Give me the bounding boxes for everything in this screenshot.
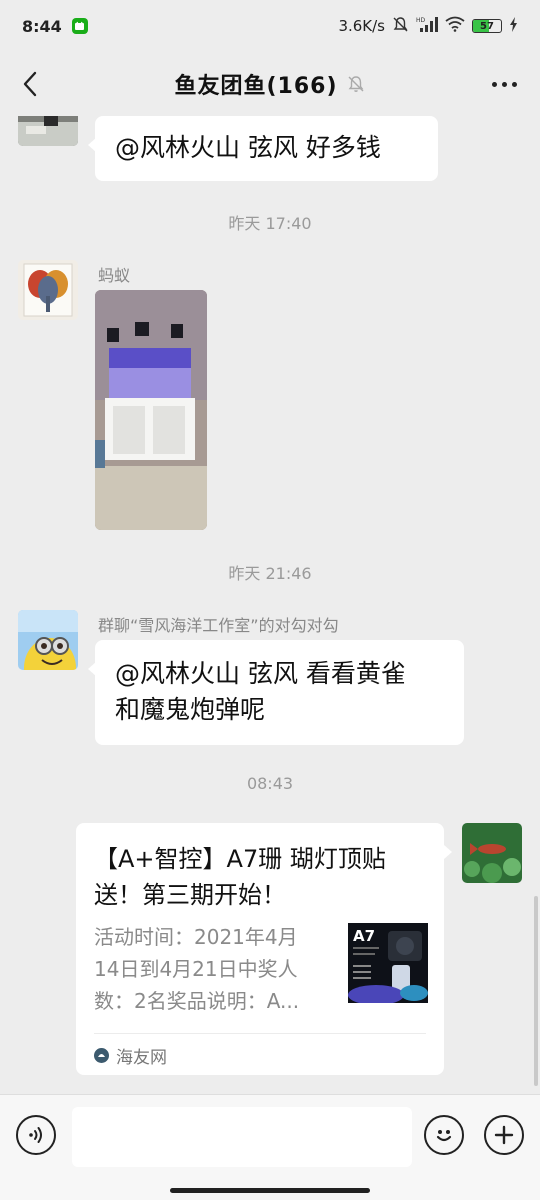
- status-left: 8:44: [22, 17, 88, 36]
- wifi-icon: [445, 16, 465, 36]
- link-card-description: 活动时间：2021年4月 14日到4月21日中奖人 数：2名奖品说明：A...: [94, 921, 334, 1017]
- image-message[interactable]: [95, 290, 207, 530]
- svg-text:HD: HD: [416, 17, 426, 24]
- message-bubble[interactable]: @风林火山 弦风 看看黄雀 和魔鬼炮弹呢: [88, 640, 464, 745]
- avatar[interactable]: [18, 260, 78, 320]
- emoji-button[interactable]: [424, 1115, 464, 1155]
- chat-message-list[interactable]: @风林火山 弦风 好多钱 昨天 17:40 蚂蚁 昨天 21:46 群聊“雪风海…: [0, 116, 540, 1094]
- hd-signal-icon: HD: [416, 16, 438, 37]
- link-card-divider: [94, 1033, 426, 1034]
- chat-title-bar: 鱼友团鱼(166): [0, 52, 540, 116]
- link-card-source-name: 海友网: [116, 1048, 167, 1068]
- sender-name: 蚂蚁: [98, 266, 131, 285]
- message-input[interactable]: [72, 1107, 412, 1167]
- battery-icon: 57: [472, 19, 502, 33]
- chat-scrollbar[interactable]: [534, 896, 538, 1086]
- timestamp: 昨天 21:46: [228, 564, 312, 583]
- voice-input-button[interactable]: [16, 1115, 56, 1155]
- link-card-title-line: 送！第三期开始！: [94, 881, 286, 909]
- link-card-thumbnail: A7: [348, 923, 428, 1003]
- status-bar: 8:44 3.6K/s HD 57: [0, 0, 540, 52]
- status-right: 3.6K/s HD 57: [338, 16, 518, 37]
- chat-title: 鱼友团鱼(166): [174, 74, 338, 99]
- home-indicator[interactable]: [170, 1188, 370, 1193]
- thumbnail-label: A7: [353, 927, 375, 945]
- voice-input-icon: [29, 1127, 42, 1143]
- timestamp: 昨天 17:40: [228, 214, 312, 233]
- avatar[interactable]: [18, 116, 78, 146]
- timestamp: 08:43: [246, 774, 294, 793]
- avatar[interactable]: [18, 610, 78, 670]
- charging-icon: [509, 16, 518, 36]
- link-card-desc-line: 14日到4月21日中奖人: [94, 957, 298, 981]
- network-speed: 3.6K/s: [338, 17, 385, 35]
- more-dots-icon[interactable]: [486, 70, 522, 98]
- link-card-title-line: 【A+智控】A7珊 瑚灯顶贴: [94, 845, 386, 873]
- message-text: @风林火山 弦风 好多钱: [115, 133, 381, 162]
- message-input-bar: [0, 1094, 540, 1200]
- emoji-icon: [436, 1130, 452, 1142]
- back-button[interactable]: [14, 68, 46, 100]
- battery-level: 57: [480, 20, 494, 32]
- mute-bell-icon: [392, 16, 409, 37]
- wechat-notification-icon: [71, 18, 88, 34]
- message-text-line: @风林火山 弦风 看看黄雀: [115, 659, 406, 688]
- message-bubble[interactable]: @风林火山 弦风 好多钱: [88, 116, 438, 181]
- bell-off-icon: [346, 74, 366, 94]
- sender-name: 群聊“雪风海洋工作室”的对勾对勾: [98, 616, 339, 635]
- status-time: 8:44: [22, 16, 62, 36]
- link-card[interactable]: 【A+智控】A7珊 瑚灯顶贴 送！第三期开始！ 活动时间：2021年4月 14日…: [76, 823, 452, 1075]
- more-actions-button[interactable]: [484, 1115, 524, 1155]
- chevron-left-icon: [23, 71, 37, 97]
- link-card-desc-line: 数：2名奖品说明：A...: [94, 989, 300, 1013]
- avatar[interactable]: [462, 823, 522, 883]
- link-card-desc-line: 活动时间：2021年4月: [94, 925, 298, 949]
- message-text-line: 和魔鬼炮弹呢: [115, 695, 266, 724]
- source-logo-icon: [94, 1048, 109, 1063]
- plus-icon: [494, 1125, 514, 1145]
- link-card-source[interactable]: 海友网: [94, 1043, 167, 1068]
